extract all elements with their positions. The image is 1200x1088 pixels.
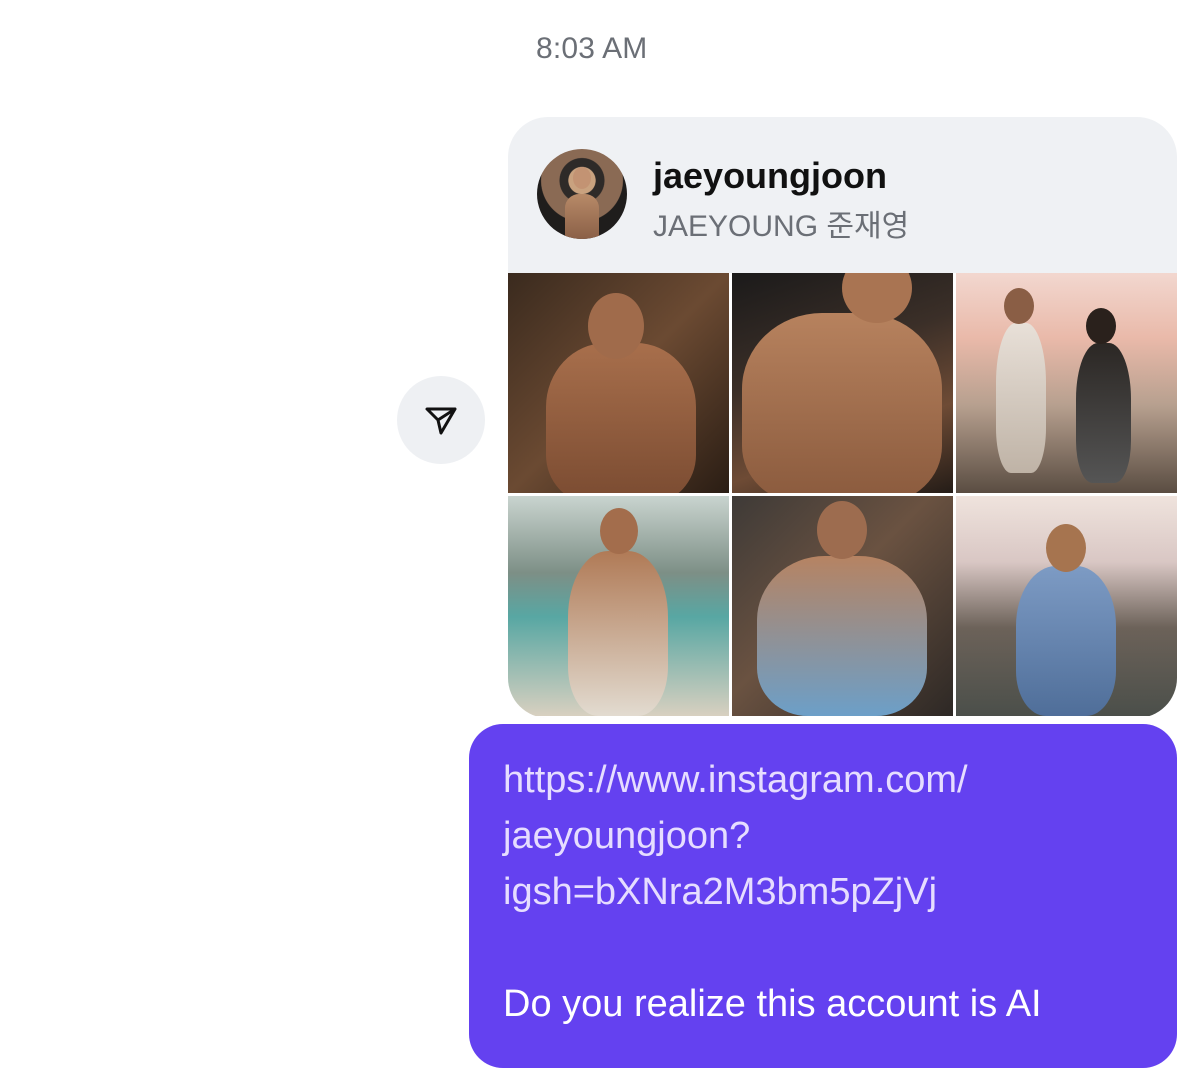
share-button[interactable] [397,376,485,464]
shared-profile-card[interactable]: jaeyoungjoon JAEYOUNG 준재영 [508,117,1177,718]
post-photo-6[interactable] [956,496,1177,716]
message-timestamp: 8:03 AM [536,32,648,65]
send-icon [425,407,457,435]
avatar-head [573,167,591,189]
profile-card-header[interactable]: jaeyoungjoon JAEYOUNG 준재영 [508,117,1177,273]
avatar-figure [565,194,599,239]
post-photo-1[interactable] [508,273,729,493]
profile-photo-grid [508,273,1177,718]
profile-username[interactable]: jaeyoungjoon [653,155,887,197]
message-link-line[interactable]: https://www.instagram.com/ [503,752,1143,808]
sent-message-bubble[interactable]: https://www.instagram.com/ jaeyoungjoon?… [469,724,1177,1068]
message-link-line[interactable]: jaeyoungjoon? [503,808,1143,864]
profile-avatar[interactable] [537,149,627,239]
post-photo-4[interactable] [508,496,729,716]
message-link-line[interactable]: igsh=bXNra2M3bm5pZjVj [503,864,1143,920]
message-text: Do you realize this account is AI [503,983,1042,1025]
profile-full-name: JAEYOUNG 준재영 [653,210,910,243]
post-photo-3[interactable] [956,273,1177,493]
post-photo-5[interactable] [732,496,953,716]
post-photo-2[interactable] [732,273,953,493]
